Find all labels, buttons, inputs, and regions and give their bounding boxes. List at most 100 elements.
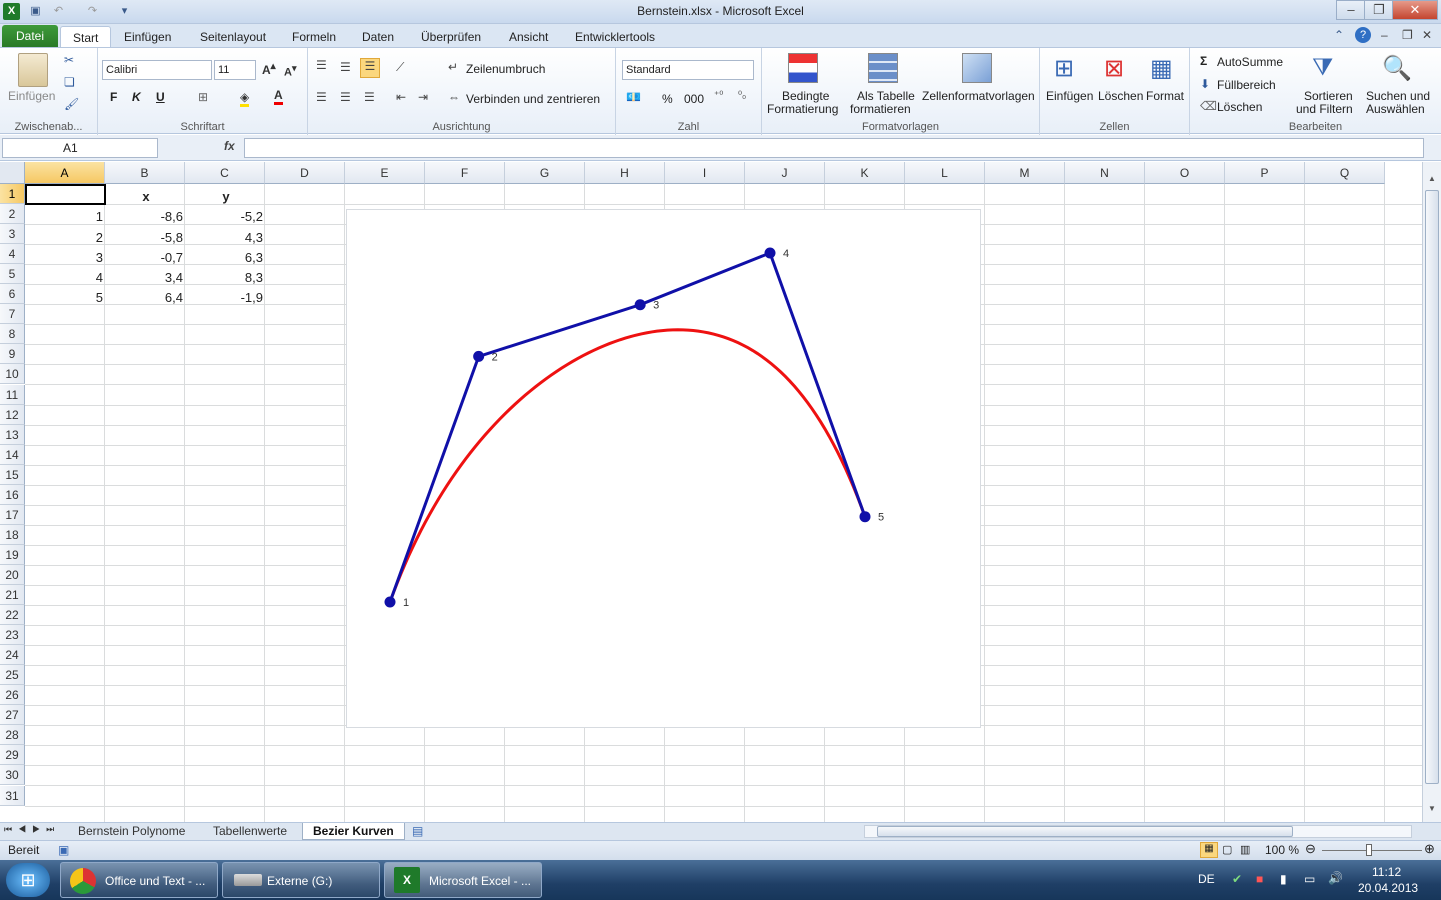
tab-file[interactable]: Datei bbox=[2, 25, 59, 47]
tab-start[interactable]: Start bbox=[60, 26, 112, 48]
row-header-22[interactable]: 22 bbox=[0, 605, 25, 626]
align-top-icon[interactable]: ☰ bbox=[316, 58, 327, 72]
cell-c3[interactable]: 4,3 bbox=[186, 228, 266, 248]
paste-button[interactable]: Einfügen bbox=[8, 89, 55, 103]
control-point-4[interactable] bbox=[764, 247, 776, 259]
row-header-17[interactable]: 17 bbox=[0, 504, 25, 525]
merge-center-button[interactable]: Verbinden und zentrieren bbox=[466, 92, 600, 106]
row-header-28[interactable]: 28 bbox=[0, 725, 25, 746]
font-size-combo[interactable]: 11 bbox=[214, 60, 256, 80]
currency-icon[interactable]: 💶 bbox=[626, 90, 641, 104]
row-header-13[interactable]: 13 bbox=[0, 424, 25, 445]
zoom-level[interactable]: 100 % bbox=[1265, 843, 1299, 857]
row-header-8[interactable]: 8 bbox=[0, 324, 25, 345]
row-header-26[interactable]: 26 bbox=[0, 685, 25, 706]
insert-cells-button[interactable]: Einfügen bbox=[1046, 89, 1093, 103]
row-header-30[interactable]: 30 bbox=[0, 765, 25, 786]
tray-shield-icon[interactable]: ✔ bbox=[1232, 872, 1242, 886]
scroll-down-arrow-icon[interactable]: ▼ bbox=[1425, 804, 1439, 816]
percent-button[interactable]: % bbox=[662, 92, 673, 106]
grow-font-icon[interactable]: A▴ bbox=[262, 61, 276, 77]
row-header-4[interactable]: 4 bbox=[0, 244, 25, 265]
row-header-6[interactable]: 6 bbox=[0, 284, 25, 305]
tab-page-layout[interactable]: Seitenlayout bbox=[188, 26, 278, 48]
copy-icon[interactable]: ❏ bbox=[64, 75, 75, 89]
name-box[interactable]: A1 bbox=[2, 138, 158, 158]
row-header-3[interactable]: 3 bbox=[0, 224, 25, 245]
align-middle-icon[interactable]: ☰ bbox=[340, 60, 351, 74]
control-point-3[interactable] bbox=[634, 299, 646, 311]
cell-c6[interactable]: -1,9 bbox=[186, 288, 266, 308]
column-header-d[interactable]: D bbox=[265, 162, 345, 184]
align-right-icon[interactable]: ☰ bbox=[364, 90, 375, 104]
select-all-corner[interactable] bbox=[0, 162, 25, 184]
row-header-24[interactable]: 24 bbox=[0, 645, 25, 666]
row-header-15[interactable]: 15 bbox=[0, 464, 25, 485]
row-header-21[interactable]: 21 bbox=[0, 585, 25, 605]
column-header-h[interactable]: H bbox=[585, 162, 665, 184]
row-header-14[interactable]: 14 bbox=[0, 444, 25, 465]
conditional-formatting-label-2[interactable]: Formatierung bbox=[767, 102, 838, 116]
fill-color-icon[interactable]: ◈ bbox=[240, 90, 250, 107]
sort-filter-icon[interactable]: ⧩ bbox=[1312, 54, 1333, 82]
wrap-text-icon[interactable]: ↵ bbox=[448, 60, 458, 74]
row-header-25[interactable]: 25 bbox=[0, 665, 25, 686]
align-center-icon[interactable]: ☰ bbox=[340, 90, 351, 104]
cell-b2[interactable]: -8,6 bbox=[106, 207, 186, 227]
fill-button[interactable]: Füllbereich bbox=[1217, 78, 1276, 92]
column-header-o[interactable]: O bbox=[1145, 162, 1225, 184]
insert-sheet-icon[interactable]: ▤ bbox=[412, 824, 423, 838]
bezier-curve-line[interactable] bbox=[388, 328, 867, 603]
macro-record-icon[interactable]: ▣ bbox=[58, 843, 69, 857]
tray-network-icon[interactable]: ▭ bbox=[1304, 872, 1315, 886]
cell-c2[interactable]: -5,2 bbox=[186, 207, 266, 227]
cell-c4[interactable]: 6,3 bbox=[186, 248, 266, 268]
scroll-up-arrow-icon[interactable]: ▲ bbox=[1425, 174, 1439, 186]
tray-volume-icon[interactable]: 🔊 bbox=[1328, 871, 1343, 885]
maximize-button[interactable]: ❐ bbox=[1364, 0, 1394, 20]
decrease-decimal-icon[interactable]: ⁰₀ bbox=[738, 90, 746, 101]
font-color-icon[interactable]: A bbox=[274, 88, 283, 105]
column-header-a[interactable]: A bbox=[25, 162, 105, 184]
zoom-out-icon[interactable]: ⊖ bbox=[1305, 841, 1316, 857]
column-header-p[interactable]: P bbox=[1225, 162, 1305, 184]
insert-function-icon[interactable]: fx bbox=[224, 139, 235, 153]
language-indicator[interactable]: DE bbox=[1198, 872, 1215, 886]
control-polygon-line[interactable] bbox=[388, 251, 867, 603]
row-header-2[interactable]: 2 bbox=[0, 204, 25, 225]
row-header-20[interactable]: 20 bbox=[0, 564, 25, 585]
format-painter-icon[interactable]: 🖌 bbox=[64, 97, 79, 111]
column-header-m[interactable]: M bbox=[985, 162, 1065, 184]
row-header-23[interactable]: 23 bbox=[0, 625, 25, 646]
minimize-button[interactable]: – bbox=[1336, 0, 1366, 20]
tray-device-icon[interactable]: ▮ bbox=[1280, 872, 1287, 886]
help-icon[interactable]: ? bbox=[1355, 27, 1371, 43]
bold-button[interactable]: F bbox=[110, 90, 117, 104]
find-select-icon[interactable]: 🔍 bbox=[1382, 54, 1412, 83]
row-header-16[interactable]: 16 bbox=[0, 484, 25, 505]
row-header-11[interactable]: 11 bbox=[0, 384, 25, 405]
format-cells-icon[interactable]: ▦ bbox=[1150, 54, 1173, 83]
italic-button[interactable]: K bbox=[132, 90, 141, 104]
sheet-nav-icons[interactable]: ⏮◀▶⏭ bbox=[4, 824, 60, 835]
find-select-label-1[interactable]: Suchen und bbox=[1366, 89, 1430, 103]
column-header-n[interactable]: N bbox=[1065, 162, 1145, 184]
zoom-in-icon[interactable]: ⊕ bbox=[1424, 841, 1435, 857]
column-header-b[interactable]: B bbox=[105, 162, 185, 184]
close-button[interactable]: ✕ bbox=[1392, 0, 1438, 20]
cell-styles-button[interactable]: Zellenformatvorlagen bbox=[922, 89, 1035, 103]
align-bottom-icon[interactable]: ☰ bbox=[360, 58, 380, 78]
row-header-18[interactable]: 18 bbox=[0, 524, 25, 545]
increase-decimal-icon[interactable]: ⁺⁰ bbox=[714, 90, 723, 101]
sheet-tab-bernstein-polynome[interactable]: Bernstein Polynome bbox=[68, 823, 195, 840]
format-cells-button[interactable]: Format bbox=[1146, 89, 1184, 103]
control-point-5[interactable] bbox=[859, 511, 871, 523]
control-point-2[interactable] bbox=[473, 350, 485, 362]
tab-data[interactable]: Daten bbox=[350, 26, 406, 48]
row-header-19[interactable]: 19 bbox=[0, 544, 25, 565]
paste-icon[interactable] bbox=[18, 53, 48, 87]
control-point-1[interactable] bbox=[384, 596, 396, 608]
horizontal-scrollbar[interactable] bbox=[864, 825, 1412, 838]
tab-review[interactable]: Überprüfen bbox=[409, 26, 493, 48]
decrease-indent-icon[interactable]: ⇤ bbox=[396, 90, 406, 104]
